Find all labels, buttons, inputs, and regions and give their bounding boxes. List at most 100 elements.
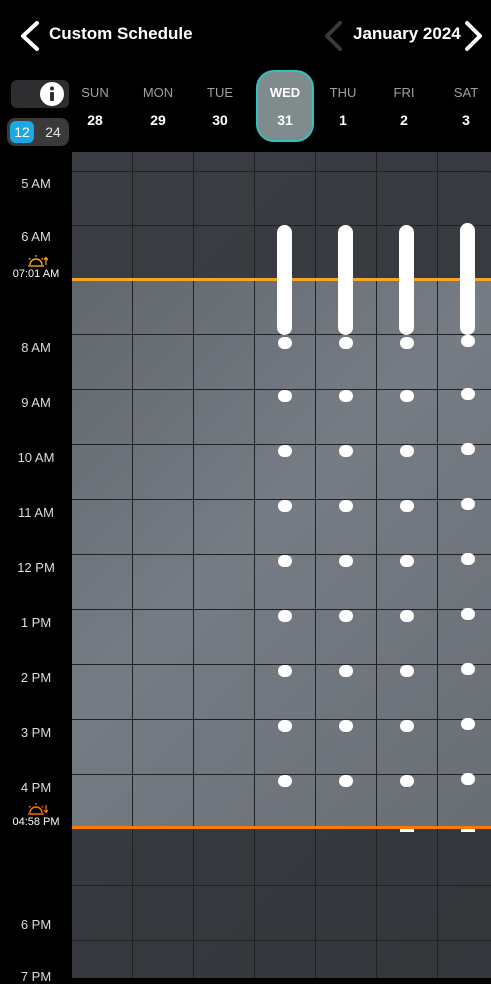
day-date: 3 [462,112,470,128]
hour-label: 2 PM [20,670,52,685]
hour-label: 6 AM [21,229,51,244]
schedule-dot[interactable] [400,500,414,512]
schedule-dot[interactable] [400,775,414,787]
hour-label: 5 AM [21,176,51,191]
schedule-block[interactable] [460,223,475,335]
day-name: SAT [453,85,479,100]
hour-label: 8 AM [21,340,51,355]
day-name: SUN [81,85,109,100]
day-thu[interactable]: THU 1 [313,72,373,152]
day-name: THU [329,85,357,100]
hour-gridline [72,885,491,886]
sunset-icon [28,803,48,815]
day-gridline [193,152,194,978]
schedule-dot[interactable] [400,445,414,457]
hour-label: 9 AM [21,395,51,410]
schedule-marker[interactable] [461,829,475,832]
schedule-dot[interactable] [400,665,414,677]
day-wed-selected[interactable]: WED 31 [255,70,315,152]
schedule-dot[interactable] [461,335,475,347]
schedule-dot[interactable] [278,665,292,677]
schedule-grid[interactable] [72,152,491,978]
day-date: 29 [150,112,166,128]
hour-label: 12 PM [17,560,55,575]
format-12-button[interactable]: 12 [10,121,34,143]
schedule-dot[interactable] [461,388,475,400]
format-24-button[interactable]: 24 [40,121,66,143]
day-gridline [376,152,377,978]
schedule-block[interactable] [338,225,353,335]
hour-gridline [72,940,491,941]
sunset-line [72,826,491,829]
schedule-dot[interactable] [339,665,353,677]
day-gridline [132,152,133,978]
schedule-dot[interactable] [278,337,292,349]
schedule-dot[interactable] [278,720,292,732]
hour-label: 3 PM [20,725,52,740]
schedule-dot[interactable] [461,443,475,455]
schedule-dot[interactable] [461,773,475,785]
selected-day-highlight [256,70,314,142]
schedule-dot[interactable] [339,390,353,402]
schedule-dot[interactable] [400,390,414,402]
time-format-toggle[interactable]: 12 24 [7,118,69,146]
schedule-dot[interactable] [278,555,292,567]
info-icon[interactable] [39,81,65,107]
schedule-block[interactable] [399,225,414,335]
day-date: 1 [339,112,347,128]
schedule-dot[interactable] [339,500,353,512]
hour-label: 10 AM [17,450,55,465]
info-toggle[interactable] [11,80,69,108]
day-gridline [315,152,316,978]
schedule-dot[interactable] [339,775,353,787]
hour-label: 4 PM [20,780,52,795]
day-mon[interactable]: MON 29 [128,72,188,152]
sunrise-time: 07:01 AM [12,268,60,280]
day-name: MON [142,85,174,100]
chevron-right-icon[interactable] [458,18,488,54]
day-gridline [437,152,438,978]
day-name: TUE [207,85,233,100]
day-date: 31 [277,112,293,128]
schedule-dot[interactable] [278,390,292,402]
schedule-dot[interactable] [461,663,475,675]
schedule-dot[interactable] [400,720,414,732]
day-date: 2 [400,112,408,128]
day-date: 30 [212,112,228,128]
schedule-marker[interactable] [400,829,414,832]
schedule-dot[interactable] [339,555,353,567]
schedule-dot[interactable] [400,610,414,622]
day-sat[interactable]: SAT 3 [436,72,491,152]
schedule-dot[interactable] [339,720,353,732]
schedule-dot[interactable] [278,610,292,622]
prev-month-chevron-icon[interactable] [320,18,350,54]
schedule-dot[interactable] [278,445,292,457]
hour-label: 6 PM [20,917,52,932]
schedule-dot[interactable] [278,775,292,787]
day-date: 28 [87,112,103,128]
day-fri[interactable]: FRI 2 [374,72,434,152]
sunrise-icon [28,255,48,267]
hour-gridline [72,171,491,172]
sunset-time: 04:58 PM [12,816,60,828]
chevron-left-icon[interactable] [14,18,48,54]
schedule-dot[interactable] [461,553,475,565]
schedule-dot[interactable] [278,500,292,512]
day-gridline [254,152,255,978]
schedule-dot[interactable] [400,337,414,349]
day-tue[interactable]: TUE 30 [190,72,250,152]
top-bar: Custom Schedule January 2024 [0,0,491,72]
day-sun[interactable]: SUN 28 [65,72,125,152]
time-column: 5 AM 6 AM 07:01 AM 8 AM 9 AM 10 AM 11 AM… [0,152,72,984]
hour-label: 1 PM [20,615,52,630]
page-title: Custom Schedule [49,24,193,43]
schedule-dot[interactable] [339,337,353,349]
schedule-dot[interactable] [400,555,414,567]
schedule-dot[interactable] [339,610,353,622]
schedule-dot[interactable] [461,718,475,730]
schedule-block[interactable] [277,225,292,335]
hour-label: 11 AM [18,505,54,520]
schedule-dot[interactable] [461,498,475,510]
schedule-dot[interactable] [461,608,475,620]
schedule-dot[interactable] [339,445,353,457]
